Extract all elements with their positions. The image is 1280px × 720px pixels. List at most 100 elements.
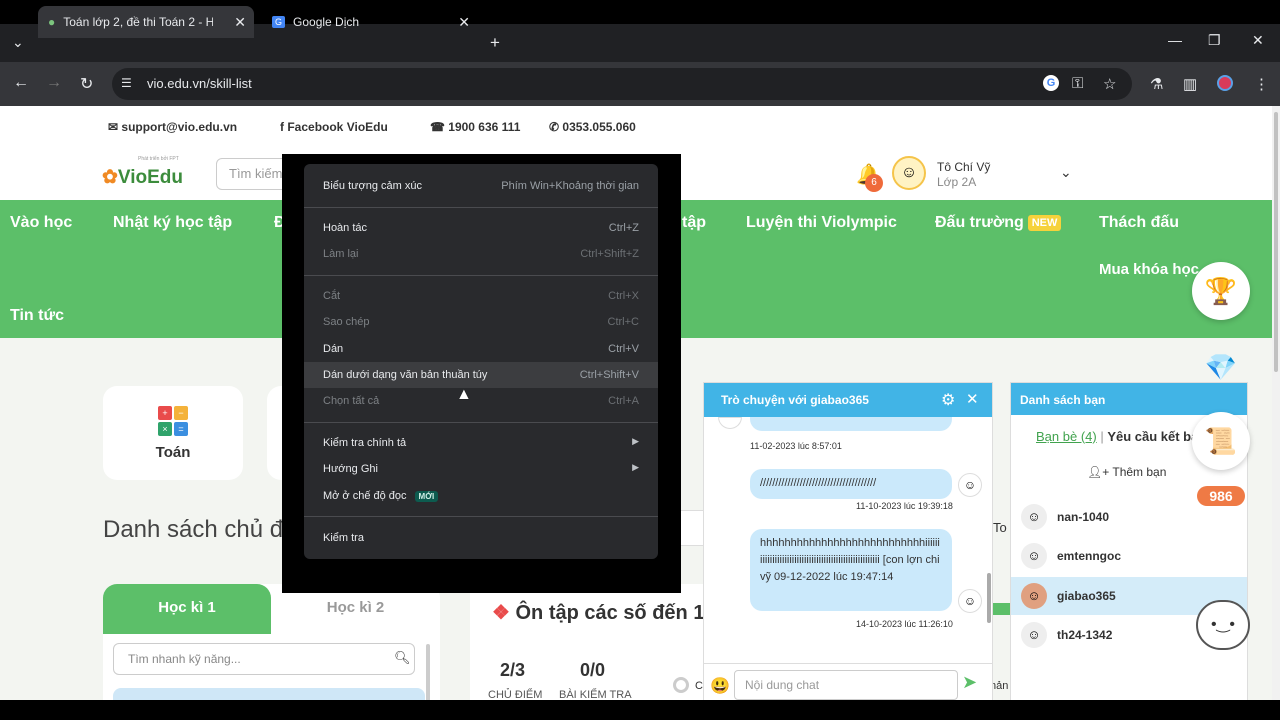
- bookmark-star-icon[interactable]: ☆: [1103, 75, 1116, 93]
- search-icon[interactable]: 🔍︎: [394, 650, 411, 666]
- chevron-down-icon[interactable]: ⌄: [1060, 164, 1072, 181]
- user-chat-avatar: ☺: [958, 589, 982, 613]
- hotline-contact: ☎ 1900 636 111: [430, 120, 521, 134]
- profile-avatar-icon[interactable]: [1217, 75, 1233, 91]
- menu-item-paste[interactable]: Dán Ctrl+V: [304, 336, 658, 362]
- vioedu-logo[interactable]: ✿VioEdu: [102, 166, 183, 189]
- gear-icon[interactable]: ⚙: [941, 390, 955, 410]
- nav-thach-dau[interactable]: Thách đấu: [1099, 214, 1179, 232]
- chat-timestamp: 11-10-2023 lúc 19:39:18: [856, 501, 953, 511]
- menu-item-emoji[interactable]: Biểu tượng cảm xúc Phím Win+Khoảng thời g…: [304, 173, 658, 199]
- menu-item-redo[interactable]: Làm lại Ctrl+Shift+Z: [304, 241, 658, 267]
- tab-hoc-ki-1[interactable]: Học kì 1: [103, 584, 271, 634]
- menu-item-copy[interactable]: Sao chép Ctrl+C: [304, 309, 658, 335]
- address-bar[interactable]: [112, 68, 1132, 100]
- menu-item-reading-mode[interactable]: Mở ở chế độ đọc MỚI: [304, 483, 658, 509]
- nav-dau-truong[interactable]: Đấu trường NEW: [935, 214, 1062, 232]
- review-foot-c: C: [695, 680, 703, 692]
- skill-search-input[interactable]: Tìm nhanh kỹ năng...: [113, 643, 415, 675]
- menu-item-writing-direction[interactable]: Hướng Ghi ▶: [304, 456, 658, 482]
- page-scroll-thumb[interactable]: [1274, 112, 1278, 372]
- nav-tin-tuc[interactable]: Tin tức: [10, 307, 64, 325]
- tab-search-icon[interactable]: ⌄: [12, 34, 24, 51]
- menu-item-cut[interactable]: Cắt Ctrl+X: [304, 283, 658, 309]
- gem-icon[interactable]: 💎: [1192, 338, 1250, 396]
- google-lens-icon[interactable]: G: [1043, 75, 1059, 91]
- side-panel-icon[interactable]: ▥: [1183, 75, 1197, 93]
- send-icon[interactable]: ➤: [962, 672, 977, 693]
- term-scrollbar[interactable]: [426, 644, 430, 700]
- new-badge: MỚI: [414, 490, 439, 502]
- menu-kebab-icon[interactable]: ⋮: [1254, 75, 1269, 93]
- phone-call-icon: ✆: [549, 120, 563, 134]
- email-contact[interactable]: ✉ support@vio.edu.vn: [108, 120, 237, 134]
- page-scrollbar[interactable]: [1272, 106, 1280, 700]
- stat-value: 2/3: [500, 660, 526, 680]
- friend-avatar: ☺: [1021, 622, 1047, 648]
- subject-label: Toán: [155, 444, 191, 461]
- friend-avatar: ☺: [1021, 583, 1047, 609]
- chat-input[interactable]: Nội dung chat: [734, 670, 958, 700]
- key-icon[interactable]: ⚿: [1072, 75, 1083, 92]
- chat-footer: 😃 Nội dung chat ➤: [704, 663, 992, 700]
- tab-google-translate[interactable]: G Google Dịch ✕: [262, 6, 478, 38]
- skill-list-item[interactable]: [113, 688, 425, 700]
- back-icon[interactable]: ←: [13, 74, 29, 92]
- trophy-icon[interactable]: 🏆: [1192, 262, 1250, 320]
- context-menu: Biểu tượng cảm xúc Phím Win+Khoảng thời g…: [304, 164, 658, 559]
- chat-window: Trò chuyện với giabao365 ⚙ ✕ 11-02-2023 …: [703, 382, 993, 700]
- add-friend-button[interactable]: 👤︎+ Thêm bạn: [1087, 465, 1166, 479]
- friend-avatar: [718, 417, 742, 429]
- nav-violympic[interactable]: Luyện thi Violympic: [746, 214, 897, 232]
- facebook-link[interactable]: f Facebook VioEdu: [280, 120, 388, 134]
- chat-bubble: [750, 417, 952, 431]
- tab-close-icon[interactable]: ✕: [458, 14, 470, 31]
- restore-icon[interactable]: ❐: [1208, 32, 1221, 49]
- stat-label: BÀI KIỂM TRA: [559, 689, 632, 700]
- forward-icon[interactable]: →: [46, 74, 62, 92]
- address-text[interactable]: vio.edu.vn/skill-list: [147, 76, 252, 91]
- tab-requests[interactable]: Yêu cầu kết bạ: [1107, 429, 1198, 444]
- new-tab-button[interactable]: +: [490, 33, 500, 53]
- emoji-icon[interactable]: 😃: [710, 676, 730, 696]
- mail-icon: ✉: [108, 120, 122, 134]
- tab-close-icon[interactable]: ✕: [234, 14, 246, 31]
- robot-mascot-icon[interactable]: •‿•: [1196, 600, 1250, 650]
- user-class: Lớp 2A: [937, 175, 977, 189]
- tab-vioedu[interactable]: ● Toán lớp 2, đề thi Toán 2 - Học ✕: [38, 6, 254, 38]
- side-label: To: [993, 520, 1007, 535]
- logo-tagline: Phát triển bởi FPT: [138, 156, 179, 162]
- chat-timestamp: 11-02-2023 lúc 8:57:01: [750, 441, 842, 451]
- user-avatar[interactable]: ☺: [892, 156, 926, 190]
- topic-list-title: Danh sách chủ đề: [103, 516, 297, 543]
- close-icon[interactable]: ✕: [966, 390, 979, 408]
- site-info-icon[interactable]: ☰: [121, 76, 132, 90]
- chat-scrollbar[interactable]: [987, 573, 991, 623]
- user-chat-avatar: ☺: [958, 473, 982, 497]
- menu-separator: [304, 516, 658, 517]
- reload-icon[interactable]: ↻: [80, 74, 93, 94]
- menu-item-spellcheck[interactable]: Kiểm tra chính tả ▶: [304, 430, 658, 456]
- subject-card-toan[interactable]: + − × = Toán: [103, 386, 243, 480]
- labs-flask-icon[interactable]: ⚗: [1150, 75, 1163, 93]
- friend-item[interactable]: ☺ emtenngoc: [1011, 537, 1247, 575]
- menu-item-undo[interactable]: Hoàn tác Ctrl+Z: [304, 215, 658, 241]
- nav-mua-khoa-hoc[interactable]: Mua khóa học: [1099, 261, 1199, 278]
- submenu-arrow-icon: ▶: [632, 436, 639, 446]
- scroll-quest-icon[interactable]: 📜: [1192, 412, 1250, 470]
- stat-label: CHỦ ĐIỂM: [488, 689, 543, 700]
- menu-item-select-all[interactable]: Chọn tất cả Ctrl+A: [304, 388, 658, 414]
- close-window-icon[interactable]: ✕: [1252, 32, 1264, 49]
- tab-friends[interactable]: Bạn bè (4): [1036, 429, 1097, 444]
- menu-separator: [304, 422, 658, 423]
- menu-item-paste-plain[interactable]: Dán dưới dạng văn bản thuần túy Ctrl+Shif…: [304, 362, 658, 388]
- chat-bubble: //////////////////////////////////////: [750, 469, 952, 499]
- menu-item-inspect[interactable]: Kiểm tra: [304, 525, 658, 551]
- logo-sprout-icon: ✿: [102, 167, 118, 188]
- nav-nhat-ky[interactable]: Nhật ký học tập: [113, 214, 232, 232]
- minimize-icon[interactable]: —: [1168, 32, 1182, 48]
- menu-separator: [304, 207, 658, 208]
- nav-vao-hoc[interactable]: Vào học: [10, 214, 72, 232]
- nav-luyen-tap[interactable]: tập: [682, 214, 706, 232]
- favicon-icon: ●: [48, 15, 56, 29]
